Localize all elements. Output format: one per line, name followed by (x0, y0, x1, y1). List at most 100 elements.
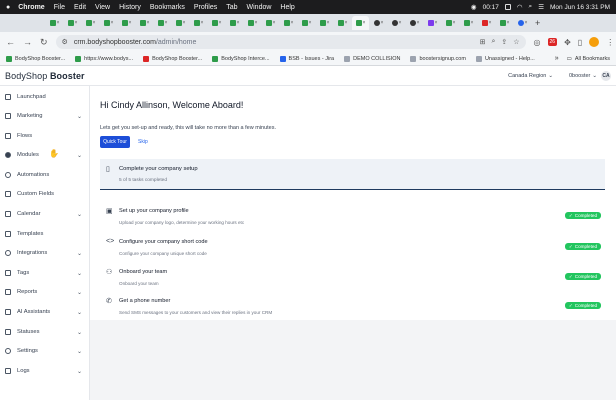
browser-tab-active[interactable]: × (352, 16, 369, 30)
reload-icon[interactable]: ↻ (40, 37, 48, 48)
browser-tab[interactable]: × (82, 16, 99, 30)
browser-tab[interactable]: × (64, 16, 81, 30)
extensions-puzzle-icon[interactable]: ✥ (564, 38, 571, 47)
close-tab-icon[interactable]: × (291, 20, 294, 26)
all-bookmarks[interactable]: ▭ All Bookmarks (567, 56, 610, 62)
extension-icon[interactable]: ◎ (534, 38, 541, 47)
menu-window[interactable]: Window (247, 4, 272, 11)
skip-button[interactable]: Skip (138, 139, 148, 145)
quick-tour-button[interactable]: Quick Tour (100, 136, 130, 148)
close-tab-icon[interactable]: × (147, 20, 150, 26)
close-tab-icon[interactable]: × (75, 20, 78, 26)
bookmark-item[interactable]: DEMO COLLISION (344, 55, 400, 62)
close-tab-icon[interactable]: × (471, 20, 474, 26)
apple-icon[interactable]: ● (6, 4, 10, 11)
sidebar-item-templates[interactable]: Templates (0, 227, 90, 241)
display-icon[interactable] (504, 4, 511, 10)
browser-tab[interactable]: × (388, 16, 405, 30)
sidebar-item-tags[interactable]: Tags ⌄ (0, 266, 90, 280)
sidebar-item-reports[interactable]: Reports ⌄ (0, 285, 90, 299)
close-tab-icon[interactable]: × (129, 20, 132, 26)
close-tab-icon[interactable]: × (507, 20, 510, 26)
close-tab-icon[interactable]: × (327, 20, 330, 26)
bookmark-item[interactable]: BodyShop Interce... (212, 55, 270, 62)
user-avatar[interactable]: CA (601, 71, 611, 81)
account-selector[interactable]: 0booster ⌄ (569, 73, 597, 79)
browser-tab[interactable]: × (46, 16, 63, 30)
site-info-icon[interactable]: ⚙ (62, 38, 68, 46)
menu-profiles[interactable]: Profiles (194, 4, 217, 11)
sidebar-item-calendar[interactable]: Calendar ⌄ (0, 207, 90, 221)
forward-icon[interactable]: → (23, 37, 32, 47)
close-tab-icon[interactable]: × (219, 20, 222, 26)
sidebar-item-statuses[interactable]: Statuses ⌄ (0, 325, 90, 339)
extension-badge-icon[interactable]: 26 (547, 38, 558, 46)
close-tab-icon[interactable]: × (435, 20, 438, 26)
browser-tab[interactable]: × (244, 16, 261, 30)
browser-tab[interactable]: × (370, 16, 387, 30)
browser-tab[interactable]: × (208, 16, 225, 30)
close-tab-icon[interactable]: × (273, 20, 276, 26)
media-icon[interactable]: ◉ (471, 3, 477, 11)
sidebar-item-launchpad[interactable]: Launchpad (0, 90, 90, 104)
menu-bookmarks[interactable]: Bookmarks (150, 4, 185, 11)
sidebar-panel-icon[interactable]: ▯ (578, 38, 582, 47)
task-phone-number[interactable]: ✆ Get a phone number Send SMS messages t… (100, 293, 605, 319)
menu-tab[interactable]: Tab (226, 4, 237, 11)
browser-tab[interactable]: × (406, 16, 423, 30)
browser-tab[interactable]: × (496, 16, 513, 30)
browser-tab[interactable]: × (190, 16, 207, 30)
close-tab-icon[interactable]: × (237, 20, 240, 26)
bookmark-item[interactable]: BodyShop Booster... (143, 55, 202, 62)
close-tab-icon[interactable]: × (345, 20, 348, 26)
task-onboard-team[interactable]: ⚇ Onboard your team Onboard your team ✓ C… (100, 264, 605, 290)
menu-help[interactable]: Help (280, 4, 294, 11)
close-tab-icon[interactable]: × (201, 20, 204, 26)
control-center-icon[interactable]: ☰ (538, 3, 544, 11)
close-tab-icon[interactable]: × (453, 20, 456, 26)
profile-avatar-icon[interactable] (589, 37, 600, 47)
browser-tab[interactable]: × (334, 16, 351, 30)
browser-tab[interactable]: × (100, 16, 117, 30)
close-tab-icon[interactable]: × (57, 20, 60, 26)
menu-edit[interactable]: Edit (74, 4, 86, 11)
bookmark-item[interactable]: BSB - Issues - Jira (279, 55, 334, 62)
sidebar-item-settings[interactable]: Settings ⌄ (0, 344, 90, 358)
close-tab-icon[interactable]: × (255, 20, 258, 26)
browser-tab[interactable]: × (316, 16, 333, 30)
sidebar-item-integrations[interactable]: Integrations ⌄ (0, 246, 90, 260)
close-tab-icon[interactable]: × (381, 20, 384, 26)
chrome-menu-icon[interactable]: ⋮ (606, 38, 614, 47)
task-short-code[interactable]: <> Configure your company short code Con… (100, 234, 605, 260)
close-tab-icon[interactable]: × (309, 20, 312, 26)
browser-tab[interactable]: × (136, 16, 153, 30)
close-tab-icon[interactable]: × (417, 20, 420, 26)
more-bookmarks-icon[interactable]: » (555, 55, 559, 62)
browser-tab[interactable]: × (280, 16, 297, 30)
close-tab-icon[interactable]: × (183, 20, 186, 26)
sidebar-item-marketing[interactable]: Marketing ⌄ (0, 109, 90, 123)
sidebar-item-flows[interactable]: Flows (0, 129, 90, 143)
close-tab-icon[interactable]: × (525, 20, 528, 26)
menu-app-name[interactable]: Chrome (18, 4, 44, 11)
browser-tab[interactable]: × (262, 16, 279, 30)
browser-tab[interactable]: × (424, 16, 441, 30)
sidebar-item-automations[interactable]: Automations (0, 168, 90, 182)
browser-tab[interactable]: × (154, 16, 171, 30)
close-tab-icon[interactable]: × (111, 20, 114, 26)
clock-text[interactable]: Mon Jun 16 3:31 PM (550, 4, 610, 11)
browser-tab[interactable]: × (442, 16, 459, 30)
share-icon[interactable]: ⇪ (501, 38, 507, 46)
bookmark-item[interactable]: https://www.bodys... (75, 55, 133, 62)
browser-tab[interactable]: × (460, 16, 477, 30)
browser-tab[interactable]: × (298, 16, 315, 30)
close-tab-icon[interactable]: × (489, 20, 492, 26)
zoom-icon[interactable]: ⌕ (491, 38, 495, 46)
close-tab-icon[interactable]: × (363, 20, 366, 26)
wifi-icon[interactable]: ◠ (517, 3, 523, 11)
back-icon[interactable]: ← (6, 37, 15, 47)
bookmark-item[interactable]: Unassigned - Help... (475, 55, 535, 62)
sidebar-item-custom-fields[interactable]: Custom Fields (0, 187, 90, 201)
browser-tab[interactable]: × (514, 16, 531, 30)
menu-view[interactable]: View (95, 4, 110, 11)
